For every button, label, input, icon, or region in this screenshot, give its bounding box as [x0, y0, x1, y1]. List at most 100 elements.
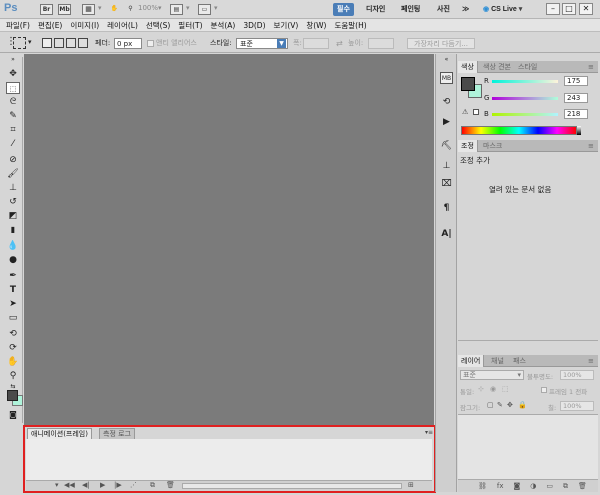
workspace-painting[interactable]: 페인팅 — [397, 3, 424, 16]
color-spectrum-bar[interactable] — [461, 126, 577, 135]
paragraph-panel-icon[interactable]: ¶ — [440, 202, 453, 214]
maximize-icon[interactable]: □ — [562, 3, 576, 15]
red-input[interactable]: 175 — [564, 76, 588, 86]
tab-layers[interactable]: 레이어 — [458, 355, 485, 367]
panel-menu-icon[interactable]: ≡ — [588, 355, 594, 367]
workspace-design[interactable]: 디자인 — [362, 3, 389, 16]
menu-edit[interactable]: 편집(E) — [38, 19, 62, 32]
zoom-icon[interactable]: ⚲ — [124, 4, 137, 15]
eyedropper-tool-icon[interactable]: ⁄ — [6, 138, 20, 150]
menu-view[interactable]: 보기(V) — [274, 19, 299, 32]
view-extras-icon[interactable]: ▦ — [82, 4, 95, 15]
document-canvas-area[interactable] — [24, 54, 434, 425]
height-input[interactable] — [368, 38, 394, 49]
workspace-essentials[interactable]: 필수 — [333, 3, 354, 16]
type-tool-icon[interactable]: T — [6, 284, 20, 296]
arrange-documents-icon[interactable]: ▤ — [170, 4, 183, 15]
collapse-toolbar-icon[interactable]: » — [6, 57, 20, 63]
link-layers-icon[interactable]: ⛓ — [478, 482, 487, 490]
swap-icon[interactable]: ⇄ — [336, 38, 343, 49]
expand-panels-icon[interactable]: « — [440, 54, 453, 66]
3d-rotate-tool-icon[interactable]: ⟲ — [6, 328, 20, 340]
more-workspaces-button[interactable]: ≫ — [458, 3, 473, 16]
foreground-color-swatch[interactable] — [7, 390, 18, 401]
zoom-level[interactable]: 100% — [138, 4, 158, 15]
quick-selection-tool-icon[interactable]: ✎ — [6, 110, 20, 122]
tab-masks[interactable]: 마스크 — [480, 140, 505, 152]
style-select[interactable]: 표준 ▼ — [236, 38, 288, 49]
menu-window[interactable]: 창(W) — [306, 19, 326, 32]
clone-stamp-tool-icon[interactable]: ⊥ — [6, 182, 20, 194]
hand-tool-icon[interactable]: ✋ — [108, 4, 121, 15]
marquee-tool-icon[interactable]: ⬚ — [6, 82, 20, 94]
fill-input[interactable]: 100% — [560, 401, 594, 411]
green-slider[interactable] — [492, 96, 558, 100]
menu-image[interactable]: 이미지(I) — [70, 19, 99, 32]
close-icon[interactable]: ✕ — [579, 3, 593, 15]
refine-edge-button[interactable]: 가장자리 다듬기... — [407, 38, 475, 49]
propagate-checkbox[interactable] — [541, 387, 547, 393]
black-white-ramp[interactable] — [577, 126, 581, 135]
quick-mask-icon[interactable]: ◙ — [6, 409, 20, 421]
tab-channels[interactable]: 채널 — [488, 355, 507, 367]
width-input[interactable] — [303, 38, 329, 49]
character-panel-icon[interactable]: A| — [440, 228, 453, 240]
mini-bridge-icon[interactable]: Mb — [58, 4, 71, 15]
feather-input[interactable]: 0 px — [114, 38, 142, 49]
opacity-input[interactable]: 100% — [560, 370, 594, 380]
menu-select[interactable]: 선택(S) — [146, 19, 170, 32]
tab-styles[interactable]: 스타일 — [515, 61, 540, 73]
panel-menu-icon[interactable]: ≡ — [588, 140, 594, 152]
antialias-checkbox[interactable] — [147, 40, 154, 47]
intersect-selection-icon[interactable] — [78, 38, 88, 48]
layer-mask-icon[interactable]: ◙ — [514, 482, 521, 490]
subtract-selection-icon[interactable] — [66, 38, 76, 48]
menu-help[interactable]: 도움말(H) — [334, 19, 366, 32]
marquee-preset-icon[interactable] — [13, 37, 26, 49]
blur-tool-icon[interactable]: 💧 — [6, 240, 20, 252]
crop-tool-icon[interactable]: ⌗ — [6, 124, 20, 136]
panel-menu-icon[interactable]: ≡ — [588, 61, 594, 73]
menu-file[interactable]: 파일(F) — [6, 19, 30, 32]
preset-dropdown-icon[interactable]: ▾ — [28, 38, 32, 46]
3d-orbit-tool-icon[interactable]: ⟳ — [6, 342, 20, 354]
new-group-icon[interactable]: ▭ — [546, 482, 553, 490]
warning-icon[interactable]: ⚠ — [462, 108, 468, 116]
new-selection-icon[interactable] — [42, 38, 52, 48]
lock-position-icon[interactable]: ✥ — [507, 401, 513, 409]
brush-presets-icon[interactable]: ⛏ — [440, 140, 453, 152]
menu-3d[interactable]: 3D(D) — [243, 19, 265, 32]
workspace-photography[interactable]: 사진 — [433, 3, 454, 16]
view-extras-dropdown-icon[interactable]: ▾ — [98, 4, 102, 15]
screen-mode-icon[interactable]: ▭ — [198, 4, 211, 15]
pen-tool-icon[interactable]: ✒ — [6, 270, 20, 282]
delete-layer-icon[interactable]: 🗑 — [578, 482, 587, 490]
green-input[interactable]: 243 — [564, 93, 588, 103]
lock-pixels-icon[interactable]: ✎ — [497, 401, 503, 409]
hand-tool-icon[interactable]: ✋ — [6, 356, 20, 368]
bridge-icon[interactable]: Br — [40, 4, 53, 15]
unify-style-icon[interactable]: ⬚ — [502, 385, 509, 393]
red-slider[interactable] — [492, 79, 558, 83]
web-safe-icon[interactable] — [473, 109, 479, 115]
blend-mode-select[interactable]: 표준 ▾ — [460, 370, 524, 380]
layer-style-icon[interactable]: fx — [497, 482, 504, 490]
arrange-dropdown-icon[interactable]: ▾ — [186, 4, 190, 15]
history-panel-icon[interactable]: ⟲ — [440, 96, 453, 108]
actions-panel-icon[interactable]: ▶ — [440, 116, 453, 128]
new-layer-icon[interactable]: ⧉ — [563, 482, 568, 491]
unify-position-icon[interactable]: ⊹ — [478, 385, 484, 393]
eraser-tool-icon[interactable]: ◩ — [6, 210, 20, 222]
tool-presets-icon[interactable]: ⌧ — [440, 178, 453, 190]
move-tool-icon[interactable]: ✥ — [6, 68, 20, 80]
tab-adjustments[interactable]: 조정 — [458, 140, 478, 152]
screen-mode-dropdown-icon[interactable]: ▾ — [214, 4, 218, 15]
menu-layer[interactable]: 레이어(L) — [107, 19, 138, 32]
lock-transparency-icon[interactable]: ▢ — [487, 401, 494, 409]
add-selection-icon[interactable] — [54, 38, 64, 48]
cs-live-button[interactable]: ◉ CS Live ▾ — [483, 3, 522, 16]
tab-paths[interactable]: 패스 — [510, 355, 529, 367]
menu-filter[interactable]: 필터(T) — [178, 19, 202, 32]
rectangle-tool-icon[interactable]: ▭ — [6, 312, 20, 324]
lasso-tool-icon[interactable]: ᘓ — [6, 96, 20, 108]
